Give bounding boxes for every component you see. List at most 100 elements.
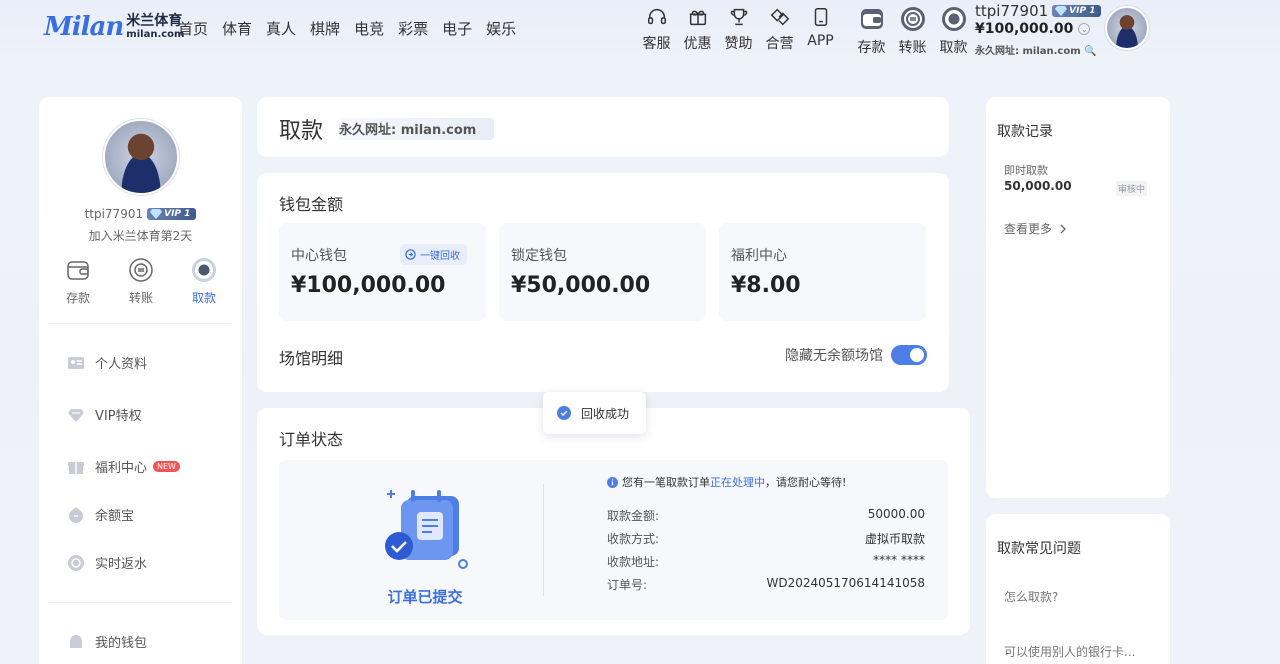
divider [543,484,544,596]
order-notice: 您有一笔取款订单正在处理中，请您耐心等待! [607,474,846,490]
order-method-row: 收款方式: 虚拟币取款 [607,532,925,546]
page-title-card: 取款 永久网址: milan.com [257,97,949,157]
order-details-box: 订单已提交 您有一笔取款订单正在处理中，请您耐心等待! 取款金额: 50000.0… [279,460,948,620]
info-icon [607,476,618,488]
withdraw-icon [192,258,216,282]
sidebar-item-yuebao[interactable]: 余额宝 [67,505,134,524]
nav-cards[interactable]: 棋牌 [310,18,340,39]
order-submitted-illustration [385,490,468,569]
chevron-down-icon[interactable]: ⌄ [1078,23,1091,35]
venue-details-title: 场馆明细 [279,349,344,368]
locked-wallet-box: 锁定钱包 ¥50,000.00 [499,223,706,321]
sidebar-avatar[interactable] [103,119,179,195]
diamond-icon [68,408,84,422]
nav-slots[interactable]: 电子 [442,18,472,39]
order-amount-row: 取款金额: 50000.00 [607,507,925,523]
sidebar-quick-actions: 存款 转账 取款 [51,257,231,306]
promotions-button[interactable]: 优惠 [677,6,718,57]
header-permanent-url: 永久网址: milan.com 🔍 [975,46,1097,57]
center-wallet-value: ¥100,000.00 [291,273,446,298]
logo-en-text: milan.com [126,29,185,40]
faq-question[interactable]: 怎么取款? [1004,588,1164,605]
header-icon-bar: 客服 优惠 赞助 合营 APP 存款 转账 取款 [636,6,974,57]
header-avatar[interactable] [1105,6,1149,50]
gift-box-icon [68,461,84,474]
header-user-info[interactable]: ttpi77901 VIP 1 ¥100,000.00 ⌄ 永久网址: mila… [975,2,1102,57]
sidebar-item-welfare[interactable]: 福利中心 NEW [67,457,180,476]
wallet-card: 钱包金额 中心钱包 一键回收 ¥100,000.00 锁定钱包 ¥50,000.… [257,173,949,392]
sidebar-withdraw-button[interactable]: 取款 [177,257,231,306]
phone-icon [814,8,827,26]
recycle-icon [405,249,416,260]
id-card-icon [68,356,84,369]
header-deposit-button[interactable]: 存款 [851,6,892,57]
partnership-button[interactable]: 合营 [759,6,800,57]
piggy-coin-icon [69,507,83,523]
transfer-icon [900,7,925,31]
logo-mark: Milan [44,12,124,42]
view-more-link[interactable]: 查看更多 [1004,220,1066,237]
faq-question[interactable]: 可以使用别人的银行卡... [1004,643,1164,660]
check-circle-icon [557,406,571,420]
nav-home[interactable]: 首页 [178,18,208,39]
logo-cn-text: 米兰体育 [126,13,183,29]
divider [49,323,232,324]
welfare-wallet-box: 福利中心 ¥8.00 [719,223,926,321]
join-days-text: 加入米兰体育第2天 [88,229,193,243]
record-type: 即时取款 [1004,164,1048,177]
sidebar-item-profile[interactable]: 个人资料 [67,353,147,372]
header-username: ttpi77901 [975,2,1049,20]
header-transfer-button[interactable]: 转账 [892,6,933,57]
header-withdraw-button[interactable]: 取款 [933,6,974,57]
nav-sports[interactable]: 体育 [222,18,252,39]
withdraw-icon [941,7,966,31]
records-title: 取款记录 [997,124,1053,140]
nav-esports[interactable]: 电竞 [354,18,384,39]
nav-entertainment[interactable]: 娱乐 [486,18,516,39]
cashback-icon [68,554,84,571]
order-number-row: 订单号: WD202405170614141058 [607,576,925,592]
purse-icon [70,634,82,648]
diamond-icon [150,209,163,219]
transfer-icon [129,258,153,282]
sponsor-button[interactable]: 赞助 [718,6,759,57]
one-click-recall-button[interactable]: 一键回收 [400,244,467,265]
nav-live-casino[interactable]: 真人 [266,18,296,39]
sidebar-item-cashback[interactable]: 实时返水 [67,553,147,572]
record-amount: 50,000.00 [1004,179,1072,193]
vip-badge: VIP 1 [1052,5,1102,17]
sidebar-deposit-button[interactable]: 存款 [51,257,105,306]
sidebar-transfer-button[interactable]: 转账 [114,257,168,306]
order-address-row: 收款地址: **** **** [607,553,925,569]
diamond-icon [1055,6,1068,16]
faq-title: 取款常见问题 [997,541,1081,557]
hide-empty-venues-toggle[interactable] [891,345,927,365]
site-logo[interactable]: Milan 米兰体育 milan.com [44,12,184,42]
order-status-title: 订单状态 [279,430,344,449]
wallet-title: 钱包金额 [279,195,344,214]
sidebar-item-vip[interactable]: VIP特权 [67,405,142,424]
chevron-right-icon [1060,224,1066,233]
gift-icon [689,10,706,26]
headset-icon [647,9,666,25]
recall-success-toast: 回收成功 [543,392,646,434]
trophy-icon [730,8,747,26]
locked-wallet-value: ¥50,000.00 [511,273,651,298]
vip-badge: VIP 1 [147,208,197,220]
center-wallet-box: 中心钱包 一键回收 ¥100,000.00 [279,223,486,321]
order-submitted-label: 订单已提交 [387,588,463,606]
top-header: Milan 米兰体育 milan.com 首页 体育 真人 棋牌 电竞 彩票 电… [0,0,1280,64]
app-download-button[interactable]: APP [800,6,841,57]
nav-lottery[interactable]: 彩票 [398,18,428,39]
welfare-wallet-value: ¥8.00 [731,273,801,298]
record-status-badge: 审核中 [1116,181,1148,196]
wallet-icon [67,261,89,280]
hide-empty-venues-control: 隐藏无余额场馆 [785,345,927,365]
permanent-url-badge: 永久网址: milan.com [339,118,495,140]
sidebar-username: ttpi77901 [84,207,144,221]
handshake-icon [770,8,789,26]
page-title: 取款 [279,119,324,144]
sidebar-item-my-wallet[interactable]: 我的钱包 [67,632,147,651]
withdraw-records-card: 取款记录 即时取款 50,000.00 审核中 查看更多 [986,97,1170,498]
customer-service-button[interactable]: 客服 [636,6,677,57]
